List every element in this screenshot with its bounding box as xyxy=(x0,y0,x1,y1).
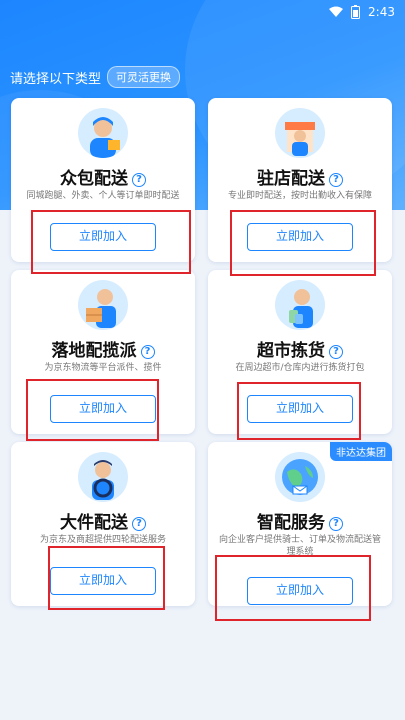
corner-badge: 非达达集团 xyxy=(330,442,392,461)
picker-icon xyxy=(275,280,325,330)
card-supermarket-picking[interactable]: 超市拣货? 在周边超市/仓库内进行拣货打包 立即加入 xyxy=(208,270,392,434)
help-icon[interactable]: ? xyxy=(132,517,146,531)
card-title: 智配服务? xyxy=(208,508,392,533)
card-description: 向企业客户提供骑士、订单及物流配送管理系统 xyxy=(218,535,381,557)
status-time: 2:43 xyxy=(368,5,395,19)
card-crowd-delivery[interactable]: 众包配送? 同城跑腿、外卖、个人等订单即时配送 立即加入 xyxy=(11,98,195,262)
card-store-delivery[interactable]: 驻店配送? 专业即时配送，按时出勤收入有保障 立即加入 xyxy=(208,98,392,262)
card-description: 在周边超市/仓库内进行拣货打包 xyxy=(235,363,365,373)
prompt-text: 请选择以下类型 xyxy=(10,71,102,87)
status-bar: 2:43 xyxy=(0,0,405,24)
store-courier-icon xyxy=(275,108,325,158)
parcel-courier-icon xyxy=(78,280,128,330)
flexible-tag: 可灵活更换 xyxy=(107,66,181,88)
type-prompt: 请选择以下类型 可灵活更换 xyxy=(10,66,181,88)
card-title: 超市拣货? xyxy=(208,336,392,361)
help-icon[interactable]: ? xyxy=(329,517,343,531)
courier-avatar-icon xyxy=(78,108,128,158)
card-smart-dispatch[interactable]: 非达达集团 智配服务? 向企业客户提供骑士、订单及物流配送管理系统 立即加入 xyxy=(208,442,392,606)
card-description: 同城跑腿、外卖、个人等订单即时配送 xyxy=(26,191,180,201)
driver-icon xyxy=(78,452,128,502)
card-title: 大件配送? xyxy=(11,508,195,533)
globe-icon xyxy=(275,452,325,502)
help-icon[interactable]: ? xyxy=(140,345,155,359)
join-button[interactable]: 立即加入 xyxy=(50,223,156,251)
card-title: 众包配送? xyxy=(11,164,195,189)
join-button[interactable]: 立即加入 xyxy=(247,223,353,251)
wifi-icon xyxy=(329,6,344,17)
card-description: 为京东物流等平台派件、揽件 xyxy=(44,363,162,373)
card-title: 驻店配送? xyxy=(208,164,392,189)
card-large-item-delivery[interactable]: 大件配送? 为京东及商超提供四轮配送服务 立即加入 xyxy=(11,442,195,606)
join-button[interactable]: 立即加入 xyxy=(247,577,353,605)
battery-icon xyxy=(351,5,361,19)
card-last-mile[interactable]: 落地配揽派? 为京东物流等平台派件、揽件 立即加入 xyxy=(11,270,195,434)
card-description: 专业即时配送，按时出勤收入有保障 xyxy=(227,191,372,201)
join-button[interactable]: 立即加入 xyxy=(50,567,156,595)
card-title: 落地配揽派? xyxy=(11,336,195,361)
help-icon[interactable]: ? xyxy=(132,173,146,187)
card-description: 为京东及商超提供四轮配送服务 xyxy=(39,535,166,545)
help-icon[interactable]: ? xyxy=(329,345,343,359)
help-icon[interactable]: ? xyxy=(329,173,343,187)
join-button[interactable]: 立即加入 xyxy=(50,395,156,423)
join-button[interactable]: 立即加入 xyxy=(247,395,353,423)
